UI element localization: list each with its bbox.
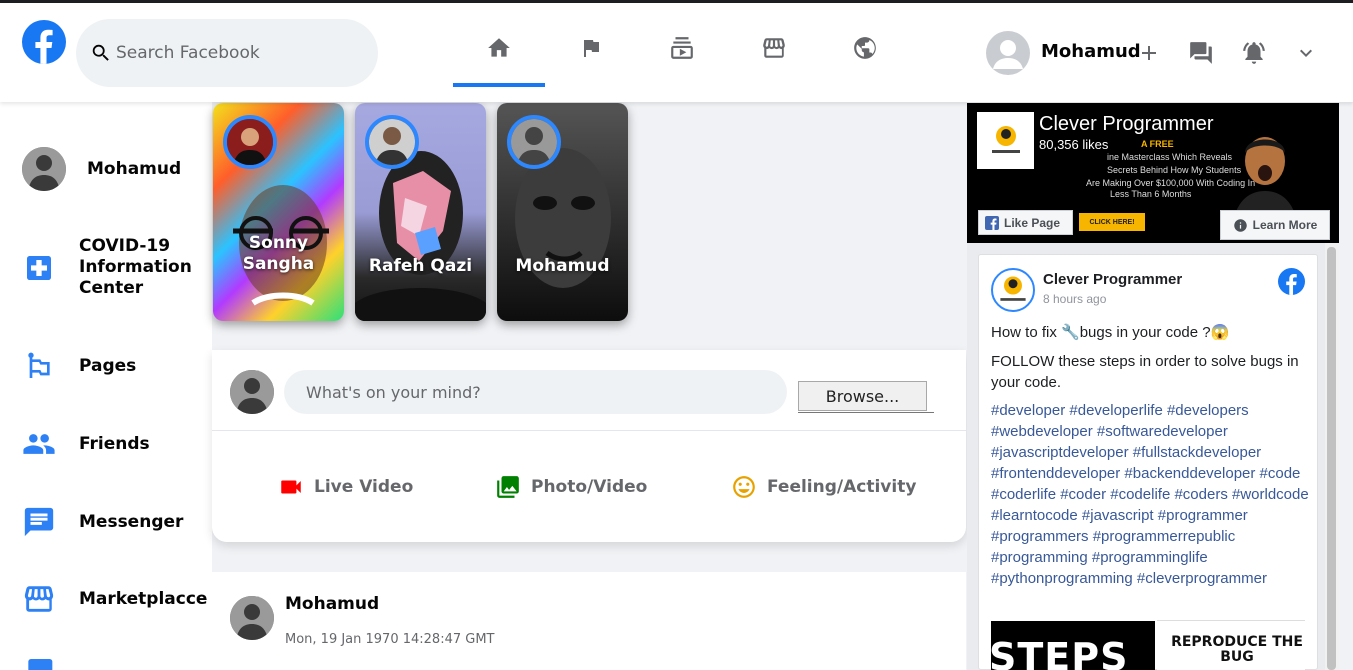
sidebar-item-friends[interactable]: Friends [22,427,150,461]
learn-more-button[interactable]: Learn More [1220,210,1330,240]
widget-post-time[interactable]: 8 hours ago [1043,292,1106,306]
sidebar-item-covid[interactable]: COVID-19 Information Center [22,236,199,299]
story-avatar [507,115,561,169]
story-name: Sonny Sangha [242,233,315,274]
local-hospital-icon [22,251,56,285]
sidebar-item-label: Friends [79,433,150,454]
ad-text: ine Masterclass Which Reveals [1107,152,1233,162]
clever-programmer-logo-icon [977,112,1034,169]
avatar [22,147,66,191]
info-icon [1233,218,1247,232]
sidebar-item-label: Messenger [79,511,184,532]
avatar[interactable] [986,31,1030,75]
story-card[interactable]: Sonny Sangha [213,103,344,321]
groups-icon[interactable] [850,33,880,63]
ad-text: A FREE [1141,139,1174,149]
storefront-icon[interactable] [759,33,789,63]
click-here-button[interactable]: CLICK HERE! [1079,213,1145,231]
search-icon [92,44,109,61]
sidebar-item-label: COVID-19 Information Center [79,236,192,298]
sidebar-item-label: Marketplacce [79,588,208,609]
post: Mohamud Mon, 19 Jan 1970 14:28:47 GMT [212,572,966,670]
page-plugin-feed: Clever Programmer 8 hours ago How to fix… [967,243,1339,670]
widget-post-author[interactable]: Clever Programmer [1043,271,1182,288]
sidebar-item-more[interactable] [22,658,56,670]
post-timestamp: Mon, 19 Jan 1970 14:28:47 GMT [285,632,495,647]
story-card[interactable]: Mohamud [497,103,628,321]
post-author[interactable]: Mohamud [285,594,379,614]
option-label: Photo/Video [531,477,648,497]
browse-underline [798,412,934,413]
story-name: Mohamud [515,256,610,276]
sidebar: Mohamud COVID-19 Information Center Page… [0,102,212,670]
facebook-logo-icon[interactable] [1278,268,1305,295]
flag-icon[interactable] [576,33,606,63]
subscriptions-icon[interactable] [667,33,697,63]
sidebar-item-marketplace[interactable]: Marketplacce [22,582,207,616]
forum-icon[interactable] [1187,39,1215,67]
search-input[interactable] [116,43,356,63]
expand-more-icon[interactable] [1292,39,1320,67]
widget-post-card: Clever Programmer 8 hours ago How to fix… [978,254,1318,670]
like-page-label: Like Page [1004,215,1061,230]
story-avatar [223,115,277,169]
insert-emoticon-icon [731,474,757,500]
sidebar-item-messenger[interactable]: Messenger [22,505,183,539]
video-library-icon [22,658,56,670]
add-icon[interactable] [1135,39,1163,67]
story-name: Rafeh Qazi [368,256,473,276]
sponsored-banner[interactable]: Clever Programmer 80,356 likes A FREE in… [967,103,1339,243]
post-image-text: REPRODUCE THE BUG [1171,634,1303,665]
header-user-name[interactable]: Mohamud [1041,41,1141,62]
scrollbar-thumb[interactable] [1327,247,1336,670]
browse-button[interactable]: Browse... [798,381,927,411]
widget-post-hashtags[interactable]: #developer #developerlife #developers #w… [991,400,1311,589]
like-page-button[interactable]: Like Page [978,210,1073,235]
widget-post-text: FOLLOW these steps in order to solve bug… [991,353,1299,391]
videocam-icon [278,474,304,500]
avatar[interactable] [991,268,1035,312]
post-composer: Browse... Live Video Photo/Video Feeling… [212,350,966,542]
sidebar-item-label: Pages [79,355,137,376]
ad-person-image [1233,137,1297,223]
story-avatar [365,115,419,169]
avatar[interactable] [230,596,274,640]
live-video-option[interactable]: Live Video [278,474,413,500]
photo-video-option[interactable]: Photo/Video [495,474,647,500]
active-tab-indicator [453,83,545,87]
ad-text: Less Than 6 Months [1110,189,1192,199]
option-label: Feeling/Activity [767,477,917,497]
ad-text: Secrets Behind How My Students [1107,165,1242,175]
notifications-active-icon[interactable] [1240,39,1268,67]
ad-likes: 80,356 likes [1039,137,1109,152]
post-image[interactable]: REPRODUCE THE BUG [1157,621,1305,670]
photo-library-icon [495,474,521,500]
chat-icon [22,505,56,539]
widget-post-text: How to fix 🔧bugs in your code ?😱 [991,324,1230,341]
status-input-wrapper[interactable] [284,370,787,414]
option-label: Live Video [314,477,414,497]
search-bar[interactable] [76,19,378,87]
sidebar-item-label: Mohamud [87,158,182,179]
learn-more-label: Learn More [1252,218,1318,232]
post-image[interactable]: STEPS [991,621,1155,670]
status-input[interactable] [306,382,746,402]
facebook-square-icon [985,215,999,230]
feeling-activity-option[interactable]: Feeling/Activity [731,474,916,500]
storefront-icon [22,582,56,616]
people-icon [22,427,56,461]
header: Mohamud [0,3,1353,102]
emoji-flags-icon [22,349,56,383]
home-icon[interactable] [484,33,514,63]
ad-page-name: Clever Programmer [1039,113,1214,135]
sidebar-item-pages[interactable]: Pages [22,349,136,383]
story-card[interactable]: Rafeh Qazi [355,103,486,321]
post-image-text: STEPS [991,635,1129,670]
divider [212,430,966,431]
avatar[interactable] [230,370,274,414]
facebook-logo-icon[interactable] [22,20,66,64]
sidebar-item-profile[interactable]: Mohamud [22,147,181,191]
